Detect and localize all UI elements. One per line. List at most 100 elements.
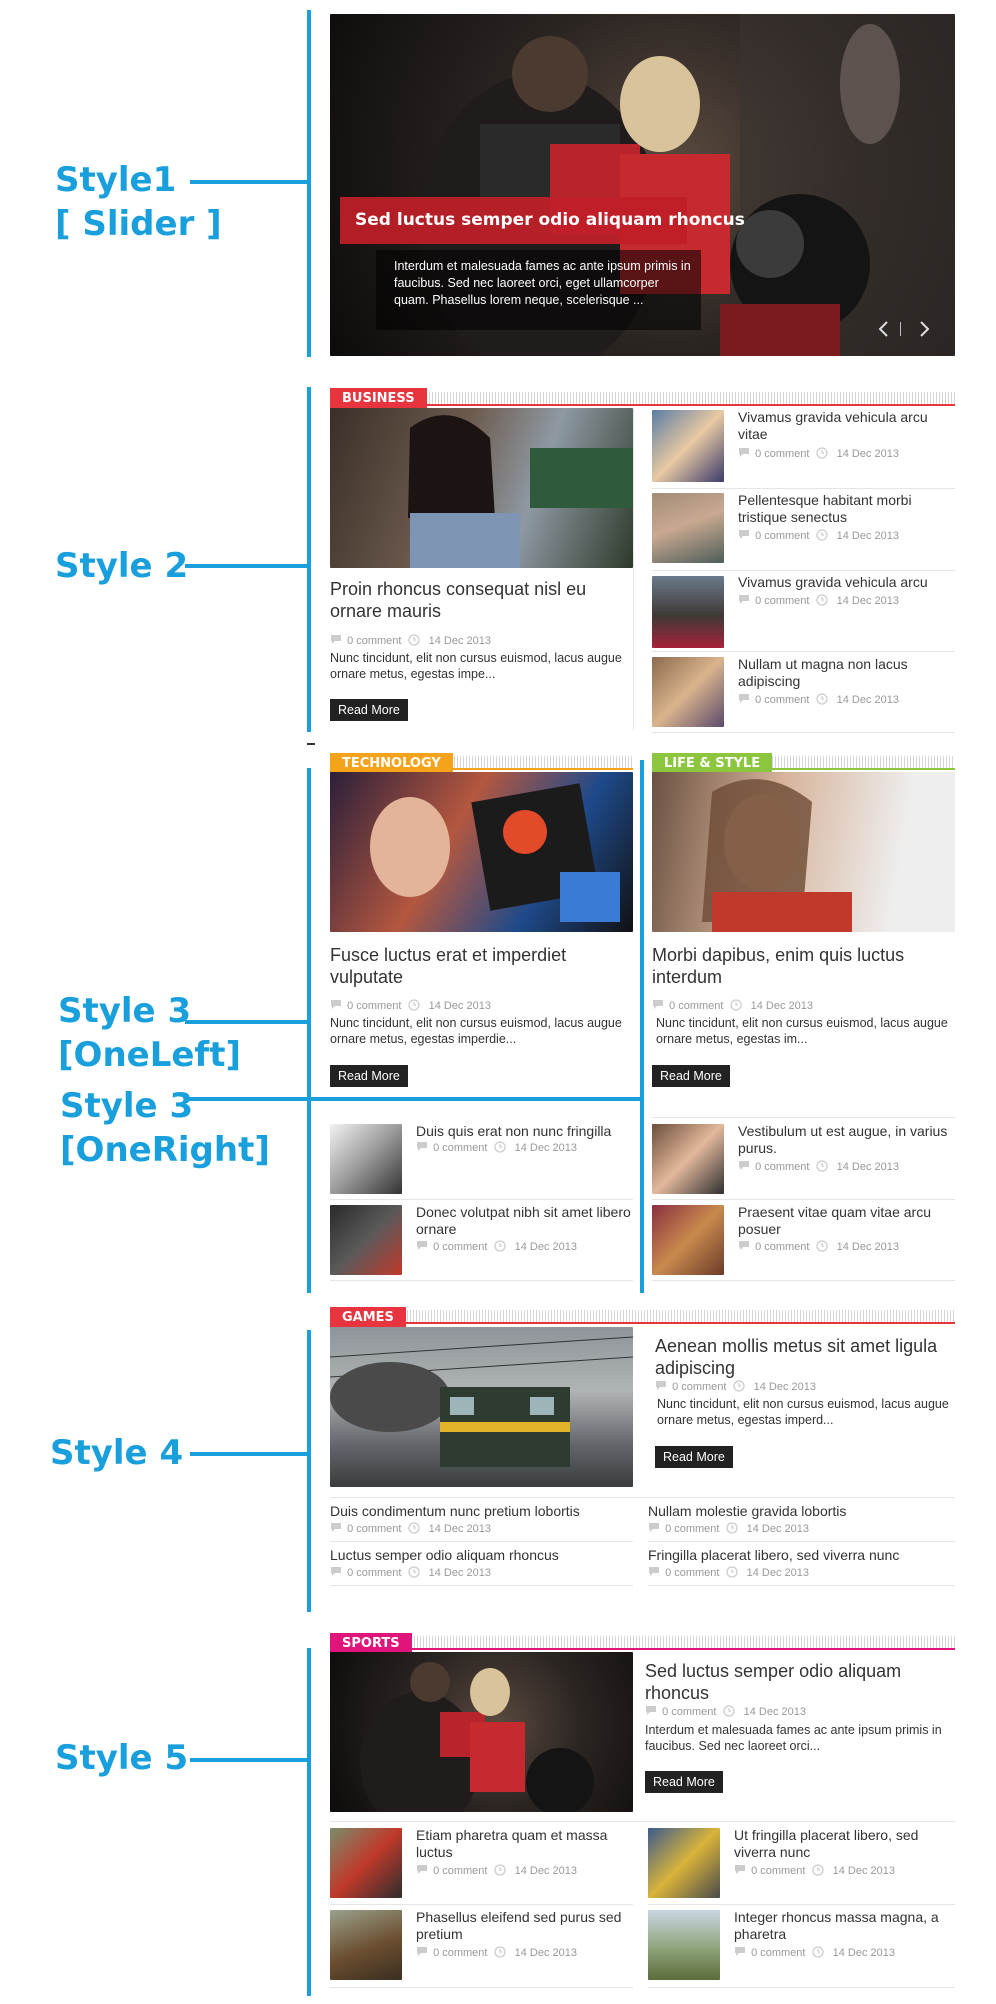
clock-icon <box>811 1864 824 1879</box>
style1-bracket <box>307 10 311 357</box>
sports-list-thumb-3[interactable] <box>330 1910 402 1980</box>
comment-count[interactable]: 0 comment <box>755 595 809 607</box>
post-date: 14 Dec 2013 <box>743 1706 806 1718</box>
games-list-meta-3: 0 comment 14 Dec 2013 <box>330 1566 491 1581</box>
technology-list-thumb-2[interactable] <box>330 1205 402 1275</box>
games-list-title-4[interactable]: Fringilla placerat libero, sed viverra n… <box>648 1547 948 1564</box>
comment-count[interactable]: 0 comment <box>755 1241 809 1253</box>
comment-count[interactable]: 0 comment <box>662 1706 716 1718</box>
life-style-list-meta-1: 0 comment 14 Dec 2013 <box>738 1160 899 1175</box>
style5-connector <box>190 1758 307 1762</box>
business-list-thumb-3[interactable] <box>652 576 724 648</box>
life-style-main-image[interactable] <box>652 772 955 932</box>
life-style-list-thumb-2[interactable] <box>652 1205 724 1275</box>
comment-count[interactable]: 0 comment <box>347 1000 401 1012</box>
clock-icon <box>725 1566 738 1581</box>
style5-label: Style 5 <box>55 1738 189 1778</box>
technology-read-more-button[interactable]: Read More <box>330 1065 408 1087</box>
business-list-title-3[interactable]: Vivamus gravida vehicula arcu <box>738 574 953 591</box>
business-main-excerpt: Nunc tincidunt, elit non cursus euismod,… <box>330 651 622 681</box>
comment-count[interactable]: 0 comment <box>755 530 809 542</box>
sports-list-title-4[interactable]: Integer rhoncus massa magna, a pharetra <box>734 1909 954 1943</box>
games-main-title[interactable]: Aenean mollis metus sit amet ligula adip… <box>655 1335 953 1379</box>
clock-icon <box>729 999 742 1014</box>
sports-list-thumb-2[interactable] <box>648 1828 720 1898</box>
comment-icon <box>416 1240 430 1255</box>
comment-count[interactable]: 0 comment <box>433 1947 487 1959</box>
games-list-sep-2b <box>648 1585 955 1586</box>
technology-list-meta-2: 0 comment 14 Dec 2013 <box>416 1240 577 1255</box>
slider-title[interactable]: Sed luctus semper odio aliquam rhoncus <box>355 209 745 231</box>
games-list-title-1[interactable]: Duis condimentum nunc pretium lobortis <box>330 1503 630 1520</box>
sports-list-title-2[interactable]: Ut fringilla placerat libero, sed viverr… <box>734 1827 954 1861</box>
comment-count[interactable]: 0 comment <box>669 1000 723 1012</box>
technology-main-title[interactable]: Fusce luctus erat et imperdiet vulputate <box>330 944 630 988</box>
comment-count[interactable]: 0 comment <box>665 1567 719 1579</box>
comment-count[interactable]: 0 comment <box>347 1567 401 1579</box>
comment-count[interactable]: 0 comment <box>751 1947 805 1959</box>
clock-icon <box>407 1566 420 1581</box>
slider-prev-icon[interactable] <box>874 318 894 340</box>
games-tag[interactable]: GAMES <box>330 1307 406 1329</box>
post-date: 14 Dec 2013 <box>428 1567 491 1579</box>
business-main-title[interactable]: Proin rhoncus consequat nisl eu ornare m… <box>330 578 630 622</box>
comment-count[interactable]: 0 comment <box>433 1142 487 1154</box>
sports-read-more-button[interactable]: Read More <box>645 1771 723 1793</box>
business-main-image[interactable] <box>330 408 633 568</box>
business-list-title-2[interactable]: Pellentesque habitant morbi tristique se… <box>738 492 953 526</box>
games-main-image[interactable] <box>330 1327 633 1487</box>
sports-main-image[interactable] <box>330 1652 633 1812</box>
games-read-more-button[interactable]: Read More <box>655 1446 733 1468</box>
comment-count[interactable]: 0 comment <box>751 1865 805 1877</box>
sports-header-line <box>330 1648 955 1650</box>
technology-list-thumb-1[interactable] <box>330 1124 402 1194</box>
business-main-meta: 0 comment 14 Dec 2013 <box>330 634 491 649</box>
business-list-thumb-1[interactable] <box>652 410 724 482</box>
comment-icon <box>738 594 752 609</box>
comment-count[interactable]: 0 comment <box>755 694 809 706</box>
sports-list-sep-2b <box>648 1987 955 1988</box>
business-read-more-button[interactable]: Read More <box>330 699 408 721</box>
technology-list-title-1[interactable]: Duis quis erat non nunc fringilla <box>416 1123 636 1140</box>
business-list-thumb-4[interactable] <box>652 657 724 727</box>
clock-icon <box>493 1141 506 1156</box>
clock-icon <box>811 1946 824 1961</box>
games-list-title-3[interactable]: Luctus semper odio aliquam rhoncus <box>330 1547 630 1564</box>
comment-count[interactable]: 0 comment <box>665 1523 719 1535</box>
games-list-title-2[interactable]: Nullam molestie gravida lobortis <box>648 1503 948 1520</box>
life-style-read-more-button[interactable]: Read More <box>652 1065 730 1087</box>
business-list-title-1[interactable]: Vivamus gravida vehicula arcu vitae <box>738 409 953 443</box>
business-tag[interactable]: BUSINESS <box>330 388 427 410</box>
business-list-title-4[interactable]: Nullam ut magna non lacus adipiscing <box>738 656 953 690</box>
sports-list-title-1[interactable]: Etiam pharetra quam et massa luctus <box>416 1827 636 1861</box>
comment-count[interactable]: 0 comment <box>433 1241 487 1253</box>
life-style-list-sep-1 <box>652 1199 955 1200</box>
life-style-list-title-1[interactable]: Vestibulum ut est augue, in varius purus… <box>738 1123 956 1157</box>
life-style-main-title[interactable]: Morbi dapibus, enim quis luctus interdum <box>652 944 952 988</box>
sports-main-title[interactable]: Sed luctus semper odio aliquam rhoncus <box>645 1660 950 1704</box>
sports-list-sep-2a <box>330 1987 633 1988</box>
style4-label: Style 4 <box>50 1433 184 1473</box>
sports-main-meta: 0 comment 14 Dec 2013 <box>645 1705 806 1720</box>
slider-image[interactable]: Sed luctus semper odio aliquam rhoncus I… <box>330 14 955 356</box>
style2-label: Style 2 <box>55 546 189 586</box>
comment-icon <box>738 529 752 544</box>
comment-count[interactable]: 0 comment <box>347 1523 401 1535</box>
comment-icon <box>652 999 666 1014</box>
slider-next-icon[interactable] <box>914 318 934 340</box>
comment-count[interactable]: 0 comment <box>433 1865 487 1877</box>
style3-right-label-line2: [OneRight] <box>60 1130 270 1170</box>
technology-main-image[interactable] <box>330 772 633 932</box>
life-style-list-title-2[interactable]: Praesent vitae quam vitae arcu posuer <box>738 1204 956 1238</box>
comment-count[interactable]: 0 comment <box>755 448 809 460</box>
life-style-list-thumb-1[interactable] <box>652 1124 724 1194</box>
comment-count[interactable]: 0 comment <box>672 1381 726 1393</box>
sports-list-title-3[interactable]: Phasellus eleifend sed purus sed pretium <box>416 1909 636 1943</box>
comment-count[interactable]: 0 comment <box>755 1161 809 1173</box>
post-date: 14 Dec 2013 <box>514 1142 577 1154</box>
technology-list-title-2[interactable]: Donec volutpat nibh sit amet libero orna… <box>416 1204 636 1238</box>
sports-list-thumb-1[interactable] <box>330 1828 402 1898</box>
comment-count[interactable]: 0 comment <box>347 635 401 647</box>
business-list-thumb-2[interactable] <box>652 493 724 563</box>
sports-list-thumb-4[interactable] <box>648 1910 720 1980</box>
